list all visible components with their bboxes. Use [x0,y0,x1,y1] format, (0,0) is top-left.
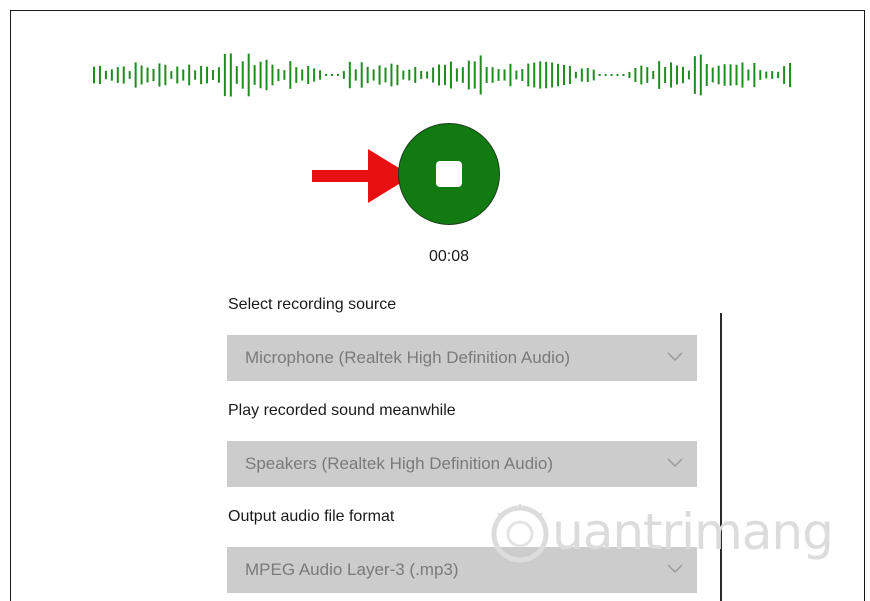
recording-source-dropdown[interactable]: Microphone (Realtek High Definition Audi… [227,335,697,381]
stop-recording-button[interactable] [398,123,500,225]
recording-source-value: Microphone (Realtek High Definition Audi… [245,348,571,367]
audio-waveform [93,53,792,97]
playback-device-value: Speakers (Realtek High Definition Audio) [245,454,554,473]
vertical-scrollbar[interactable] [720,313,722,601]
output-format-value: MPEG Audio Layer-3 (.mp3) [245,560,459,579]
output-format-label: Output audio file format [228,508,395,525]
red-arrow-annotation-icon [312,149,412,203]
chevron-down-icon [667,458,683,468]
playback-device-dropdown[interactable]: Speakers (Realtek High Definition Audio) [227,441,697,487]
chevron-down-icon [667,352,683,362]
recording-source-label: Select recording source [228,296,397,313]
output-format-dropdown[interactable]: MPEG Audio Layer-3 (.mp3) [227,547,697,593]
elapsed-time: 00:08 [428,248,470,265]
chevron-down-icon [667,564,683,574]
stop-icon [436,161,462,187]
playback-device-label: Play recorded sound meanwhile [228,402,456,419]
